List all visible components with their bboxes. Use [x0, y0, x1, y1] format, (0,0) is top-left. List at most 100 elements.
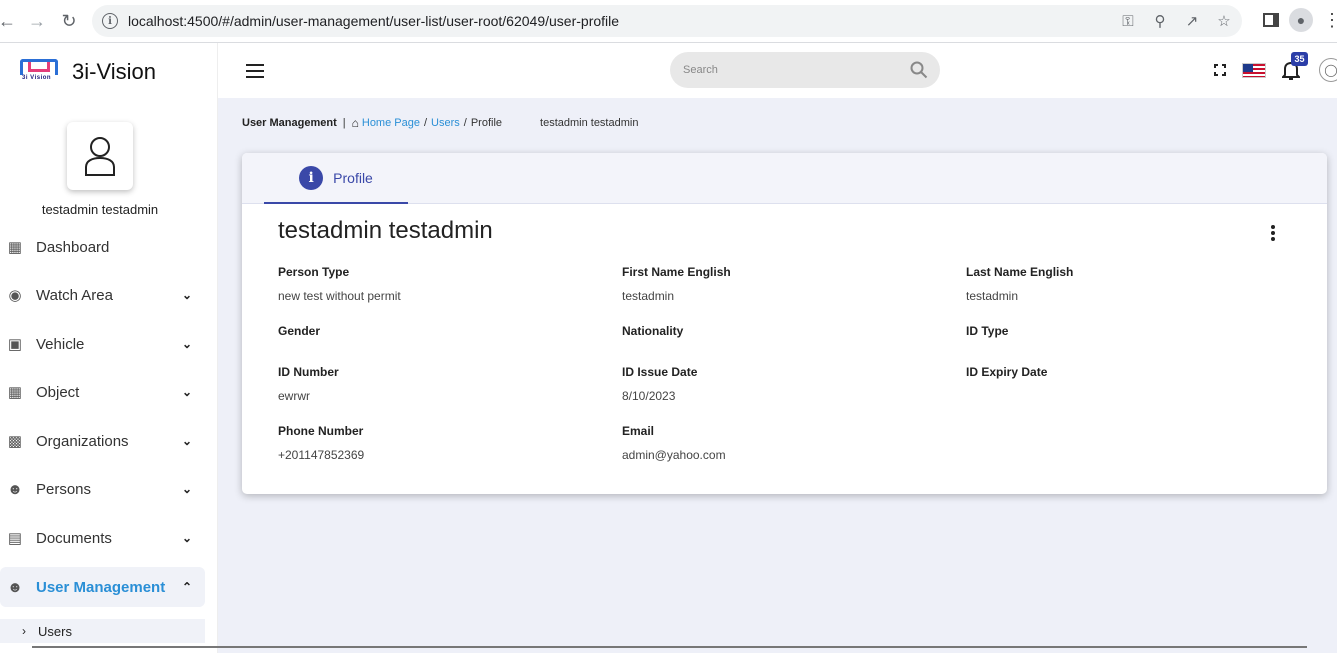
sidebar-subitem-label: Users: [38, 623, 72, 639]
sidebar-item-object[interactable]: ▦ Object ⌄: [0, 372, 205, 412]
field-nationality: Nationality: [622, 324, 683, 338]
share-icon[interactable]: ↗: [1182, 11, 1202, 31]
field-email: Email admin@yahoo.com: [622, 424, 726, 462]
chevron-down-icon[interactable]: ⌄: [177, 385, 197, 399]
field-label: Person Type: [278, 265, 350, 279]
home-icon[interactable]: ⌂: [352, 116, 359, 130]
breadcrumb-home-link[interactable]: Home Page: [362, 117, 420, 129]
sidebar-item-watch-area[interactable]: ◉ Watch Area ⌄: [0, 275, 205, 315]
sidebar: 3i Vision 3i-Vision testadmin testadmin …: [0, 43, 218, 653]
field-id-expiry-date: ID Expiry Date: [966, 365, 1047, 379]
app-logo[interactable]: 3i Vision 3i-Vision: [20, 57, 156, 87]
sidebar-subitem-users[interactable]: › Users: [0, 619, 205, 643]
profile-card: i Profile testadmin testadmin Person Typ…: [242, 153, 1327, 494]
field-label: ID Type: [966, 324, 1009, 338]
fullscreen-icon[interactable]: [1214, 64, 1226, 76]
tab-profile[interactable]: i Profile: [264, 153, 408, 204]
search-input[interactable]: Search: [670, 52, 940, 88]
field-label: Nationality: [622, 324, 684, 338]
us-flag-icon[interactable]: [1242, 63, 1266, 78]
sidebar-item-organizations[interactable]: ▩ Organizations ⌄: [0, 421, 205, 461]
persons-icon: ☻: [7, 480, 23, 498]
bookmark-star-icon[interactable]: ☆: [1214, 11, 1234, 31]
browser-profile-icon[interactable]: ●: [1289, 8, 1313, 32]
address-bar[interactable]: i localhost:4500/#/admin/user-management…: [92, 5, 1242, 37]
chevron-down-icon[interactable]: ⌄: [177, 337, 197, 351]
field-phone: Phone Number +201147852369: [278, 424, 364, 462]
chevron-down-icon[interactable]: ⌄: [177, 288, 197, 302]
info-icon: i: [299, 165, 324, 190]
browser-menu-icon[interactable]: ⋮: [1323, 10, 1337, 31]
user-menu-avatar[interactable]: ◯: [1319, 58, 1337, 82]
app-name: 3i-Vision: [72, 59, 156, 84]
sidebar-item-label: Dashboard: [36, 238, 110, 256]
url-text[interactable]: localhost:4500/#/admin/user-management/u…: [128, 13, 619, 29]
user-avatar[interactable]: [67, 122, 133, 190]
watch-area-icon: ◉: [8, 287, 22, 304]
field-last-name: Last Name English testadmin: [966, 265, 1073, 303]
breadcrumb-user: testadmin testadmin: [540, 117, 639, 129]
document-icon: ▤: [7, 530, 23, 547]
chevron-down-icon[interactable]: ⌄: [177, 434, 197, 448]
tab-bar: i Profile: [242, 153, 1327, 204]
field-label: Email: [622, 424, 655, 438]
chevron-down-icon[interactable]: ⌄: [177, 482, 197, 496]
field-label: ID Issue Date: [622, 365, 698, 379]
field-id-number: ID Number ewrwr: [278, 365, 339, 403]
breadcrumb-current: Profile: [470, 117, 503, 129]
search-icon[interactable]: [908, 59, 930, 81]
sidebar-item-persons[interactable]: ☻ Persons ⌄: [0, 469, 205, 509]
sidebar-item-label: User Management: [36, 578, 166, 596]
sidebar-item-label: Persons: [36, 480, 92, 498]
field-label: ID Expiry Date: [966, 365, 1048, 379]
field-label: Last Name English: [966, 265, 1074, 279]
sidebar-item-label: Object: [36, 383, 80, 401]
horizontal-scrollbar[interactable]: [32, 646, 1307, 648]
chevron-up-icon[interactable]: ⌃: [177, 580, 197, 594]
search-placeholder[interactable]: Search: [683, 64, 908, 76]
field-value: ewrwr: [278, 389, 310, 403]
field-label: Phone Number: [278, 424, 364, 438]
user-group-icon: ☻: [7, 578, 23, 596]
field-id-type: ID Type: [966, 324, 1008, 338]
dashboard-icon: ▦: [7, 239, 23, 256]
sidebar-item-documents[interactable]: ▤ Documents ⌄: [0, 518, 205, 558]
menu-toggle-icon[interactable]: [246, 64, 264, 82]
reload-icon[interactable]: ↻: [58, 10, 80, 32]
field-value: new test without permit: [278, 289, 401, 303]
sidebar-item-label: Documents: [36, 529, 112, 547]
user-avatar-icon: [85, 137, 115, 176]
sidebar-user-name: testadmin testadmin: [41, 202, 159, 217]
site-info-icon[interactable]: i: [102, 13, 118, 29]
field-label: Gender: [278, 324, 321, 338]
app-header: Search 35 ◯: [218, 43, 1337, 98]
logo-mark-icon: 3i Vision: [20, 57, 60, 87]
breadcrumb-section: User Management: [242, 117, 337, 129]
more-options-icon[interactable]: [1271, 225, 1277, 243]
field-id-issue-date: ID Issue Date 8/10/2023: [622, 365, 697, 403]
sidebar-item-label: Watch Area: [36, 286, 113, 304]
zoom-icon[interactable]: ⚲: [1150, 11, 1170, 31]
sidebar-item-label: Vehicle: [36, 335, 85, 353]
side-panel-icon[interactable]: [1263, 13, 1279, 27]
key-icon[interactable]: ⚿: [1118, 11, 1138, 31]
field-label: First Name English: [622, 265, 731, 279]
field-value: admin@yahoo.com: [622, 448, 726, 462]
breadcrumb: User Management | ⌂ Home Page / Users / …: [242, 116, 639, 130]
field-value: testadmin: [622, 289, 675, 303]
sidebar-item-vehicle[interactable]: ▣ Vehicle ⌄: [0, 324, 205, 364]
forward-arrow-icon[interactable]: →: [26, 10, 48, 32]
field-value: 8/10/2023: [622, 389, 676, 403]
field-value: +201147852369: [278, 448, 365, 462]
main-content: User Management | ⌂ Home Page / Users / …: [218, 98, 1337, 653]
tab-label: Profile: [333, 169, 373, 186]
field-label: ID Number: [278, 365, 339, 379]
field-value: testadmin: [966, 289, 1019, 303]
chevron-down-icon[interactable]: ⌄: [177, 531, 197, 545]
field-first-name: First Name English testadmin: [622, 265, 731, 303]
back-arrow-icon[interactable]: ←: [0, 10, 18, 32]
field-gender: Gender: [278, 324, 320, 338]
sidebar-item-user-management[interactable]: ☻ User Management ⌃: [0, 567, 205, 607]
sidebar-item-dashboard[interactable]: ▦ Dashboard: [0, 227, 205, 267]
breadcrumb-users-link[interactable]: Users: [431, 117, 460, 129]
